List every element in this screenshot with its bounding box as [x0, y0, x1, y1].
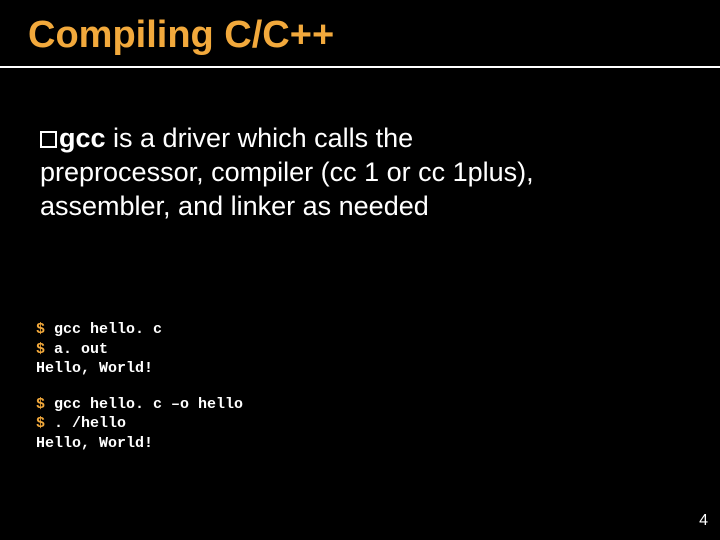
- slide-title: Compiling C/C++: [28, 14, 334, 57]
- term-cmd: . /hello: [45, 415, 126, 432]
- term-cmd: gcc hello. c –o hello: [45, 396, 243, 413]
- title-underline: [0, 66, 720, 68]
- terminal-group-2: $ gcc hello. c –o hello $ . /hello Hello…: [36, 395, 243, 454]
- bullet-box-icon: [40, 131, 57, 148]
- body-line3: assembler, and linker as needed: [40, 191, 429, 221]
- prompt-icon: $: [36, 321, 45, 338]
- prompt-icon: $: [36, 396, 45, 413]
- term-line: $ gcc hello. c –o hello: [36, 395, 243, 415]
- term-output: Hello, World!: [36, 359, 243, 379]
- term-output: Hello, World!: [36, 434, 243, 454]
- body-line2: preprocessor, compiler (cc 1 or cc 1plus…: [40, 157, 534, 187]
- page-number: 4: [699, 512, 708, 530]
- prompt-icon: $: [36, 341, 45, 358]
- slide: Compiling C/C++ gcc is a driver which ca…: [0, 0, 720, 540]
- body-text: gcc is a driver which calls the preproce…: [40, 122, 670, 223]
- terminal-block: $ gcc hello. c $ a. out Hello, World! $ …: [36, 320, 243, 453]
- terminal-group-1: $ gcc hello. c $ a. out Hello, World!: [36, 320, 243, 379]
- prompt-icon: $: [36, 415, 45, 432]
- term-line: $ gcc hello. c: [36, 320, 243, 340]
- term-cmd: a. out: [45, 341, 108, 358]
- term-cmd: gcc hello. c: [45, 321, 162, 338]
- body-line1-rest: is a driver which calls the: [106, 123, 414, 153]
- term-line: $ . /hello: [36, 414, 243, 434]
- term-line: $ a. out: [36, 340, 243, 360]
- gcc-keyword: gcc: [59, 123, 106, 153]
